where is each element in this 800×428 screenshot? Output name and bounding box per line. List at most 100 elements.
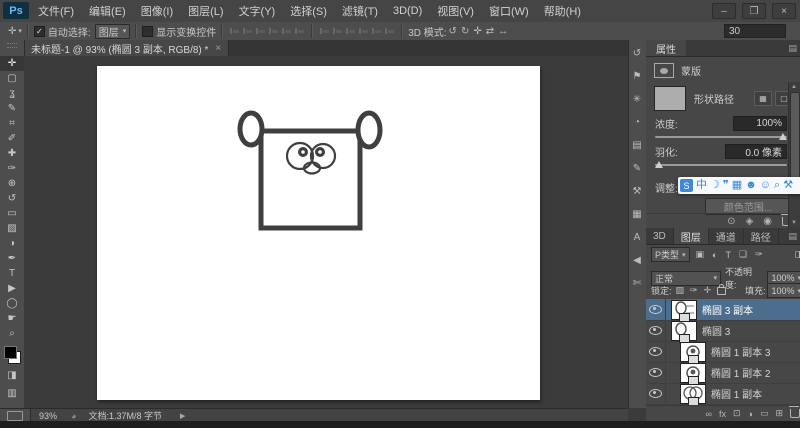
align-right-edges-icon[interactable] bbox=[255, 26, 267, 36]
type-tool[interactable]: T bbox=[0, 266, 24, 281]
menu-image[interactable]: 图像(I) bbox=[141, 3, 173, 19]
ime-person-icon[interactable]: ☺ bbox=[760, 180, 771, 191]
ime-chinese-mode-icon[interactable]: 中 bbox=[696, 180, 707, 191]
auto-select-target-dropdown[interactable]: 图层 ▾ bbox=[94, 23, 131, 39]
auto-select-checkbox[interactable]: ✓ bbox=[33, 25, 45, 37]
ime-toolbox-icon[interactable]: ⚒ bbox=[783, 180, 793, 191]
layer-thumbnail[interactable] bbox=[680, 341, 706, 364]
layer-filter-dropdown[interactable]: P类型 ▾ bbox=[651, 247, 690, 262]
menu-view[interactable]: 视图(V) bbox=[437, 3, 474, 19]
add-layer-mask-icon[interactable]: ⊡ bbox=[733, 408, 741, 419]
restore-button[interactable]: ❐ bbox=[742, 3, 766, 19]
tab-channels[interactable]: 通道 bbox=[709, 228, 744, 244]
delete-layer-icon[interactable] bbox=[789, 406, 800, 418]
align-left-edges-icon[interactable] bbox=[229, 26, 241, 36]
character-panel-icon[interactable]: A bbox=[628, 229, 646, 245]
mask-thumbnail[interactable] bbox=[654, 86, 686, 111]
density-slider[interactable] bbox=[655, 133, 787, 140]
distribute-vertical-centers-icon[interactable] bbox=[332, 26, 344, 36]
filter-smart-objects-icon[interactable]: ✑ bbox=[755, 249, 763, 260]
tab-3d[interactable]: 3D bbox=[646, 228, 674, 244]
screen-card-icon[interactable] bbox=[7, 410, 23, 421]
layer-style-fx-icon[interactable]: fx bbox=[719, 409, 726, 419]
visibility-eye-icon[interactable] bbox=[646, 383, 666, 404]
pen-tool[interactable]: ✒ bbox=[0, 251, 24, 266]
ime-fullwidth-icon[interactable]: ☽ bbox=[710, 180, 720, 191]
layer-row-ellipse-1-copy[interactable]: 椭圆 1 副本 bbox=[646, 383, 800, 406]
angle-input[interactable]: 30 bbox=[724, 24, 786, 38]
lock-all-icon[interactable] bbox=[717, 283, 727, 295]
distribute-bottom-edges-icon[interactable] bbox=[345, 26, 357, 36]
adjustments-panel-icon[interactable]: ✳ bbox=[628, 91, 646, 107]
minimize-button[interactable]: – bbox=[712, 3, 736, 19]
tab-properties[interactable]: 属性 bbox=[646, 40, 686, 56]
tool-presets-panel-icon[interactable]: ⚒ bbox=[628, 183, 646, 199]
menu-3d[interactable]: 3D(D) bbox=[393, 5, 422, 17]
layer-row-ellipse-1-copy-3[interactable]: 椭圆 1 副本 3 bbox=[646, 341, 800, 364]
filter-type-layers-icon[interactable]: T bbox=[725, 250, 731, 260]
clip-panel-icon[interactable]: ✄ bbox=[628, 275, 646, 291]
toolbar-grip[interactable] bbox=[7, 43, 17, 48]
lock-transparent-pixels-icon[interactable]: ▨ bbox=[676, 285, 685, 296]
visibility-eye-icon[interactable] bbox=[646, 299, 666, 320]
brush-tool[interactable]: ✑ bbox=[0, 161, 24, 176]
distribute-horizontal-centers-icon[interactable] bbox=[371, 26, 383, 36]
filter-toggle-icon[interactable]: ◨ bbox=[794, 249, 800, 260]
menu-type[interactable]: 文字(Y) bbox=[239, 3, 276, 19]
load-selection-from-mask-icon[interactable]: ⊙ bbox=[727, 216, 735, 227]
navigator-panel-icon[interactable]: ⚑ bbox=[628, 68, 646, 84]
ime-skin-icon[interactable]: ☻ bbox=[745, 180, 757, 191]
align-horizontal-centers-icon[interactable] bbox=[242, 26, 254, 36]
fill-field[interactable]: 100% ▾ bbox=[767, 283, 800, 298]
filter-adjustment-layers-icon[interactable]: ◐ bbox=[712, 250, 717, 260]
lock-position-icon[interactable]: ✛ bbox=[704, 285, 712, 296]
layer-thumbnail[interactable] bbox=[680, 362, 706, 385]
screen-mode-button[interactable]: ▥ bbox=[0, 386, 24, 401]
tab-paths[interactable]: 路径 bbox=[744, 228, 779, 244]
lasso-tool[interactable]: ʓ bbox=[0, 86, 24, 101]
distribute-top-edges-icon[interactable] bbox=[319, 26, 331, 36]
brush-panel-icon[interactable]: ✎ bbox=[628, 160, 646, 176]
eyedropper-tool[interactable]: ✐ bbox=[0, 131, 24, 146]
zoom-tool[interactable]: ⌕ bbox=[0, 326, 24, 341]
feather-slider-handle[interactable] bbox=[655, 161, 663, 168]
pixel-mask-button[interactable]: ▦ bbox=[754, 91, 772, 106]
layer-row-ellipse-3-copy[interactable]: 椭圆 3 副本 bbox=[646, 299, 800, 322]
tool-preset-caret-icon[interactable]: ▾ bbox=[18, 27, 22, 35]
menu-edit[interactable]: 编辑(E) bbox=[89, 3, 126, 19]
move-tool[interactable]: ✛ bbox=[0, 56, 24, 71]
menu-select[interactable]: 选择(S) bbox=[290, 3, 327, 19]
eraser-tool[interactable]: ▭ bbox=[0, 206, 24, 221]
quick-mask-button[interactable]: ◨ bbox=[0, 368, 24, 383]
ime-soft-keyboard-icon[interactable]: ▦ bbox=[732, 180, 742, 191]
clone-stamp-tool[interactable]: ⊕ bbox=[0, 176, 24, 191]
feather-slider[interactable] bbox=[655, 161, 787, 168]
distribute-right-edges-icon[interactable] bbox=[384, 26, 396, 36]
density-value[interactable]: 100% bbox=[733, 116, 787, 131]
marquee-tool[interactable]: ▢ bbox=[0, 71, 24, 86]
tab-layers[interactable]: 图层 bbox=[673, 228, 709, 244]
distribute-left-edges-icon[interactable] bbox=[358, 26, 370, 36]
document-tab[interactable]: 未标题-1 @ 93% (椭圆 3 副本, RGB/8) * × bbox=[24, 40, 230, 56]
panel-menu-icon[interactable]: ▤ bbox=[788, 231, 797, 244]
styles-panel-icon[interactable]: ▤ bbox=[628, 137, 646, 153]
path-selection-tool[interactable]: ▶ bbox=[0, 281, 24, 296]
menu-filter[interactable]: 滤镜(T) bbox=[342, 3, 378, 19]
healing-brush-tool[interactable]: ✚ bbox=[0, 146, 24, 161]
quick-selection-tool[interactable]: ✎ bbox=[0, 101, 24, 116]
new-adjustment-layer-icon[interactable]: ◑ bbox=[748, 409, 753, 419]
menu-file[interactable]: 文件(F) bbox=[38, 3, 74, 19]
align-vertical-centers-icon[interactable] bbox=[281, 26, 293, 36]
align-bottom-edges-icon[interactable] bbox=[294, 26, 306, 36]
new-layer-icon[interactable]: ⊞ bbox=[775, 408, 783, 419]
layer-thumbnail[interactable] bbox=[671, 320, 697, 343]
canvas[interactable] bbox=[97, 66, 540, 400]
visibility-eye-icon[interactable] bbox=[646, 362, 666, 383]
paragraph-panel-icon[interactable]: ◀ bbox=[628, 252, 646, 268]
ime-punctuation-icon[interactable]: ❞ bbox=[723, 180, 729, 191]
feather-value[interactable]: 0.0 像素 bbox=[725, 144, 787, 159]
close-button[interactable]: × bbox=[772, 3, 796, 19]
menu-window[interactable]: 窗口(W) bbox=[489, 3, 529, 19]
layer-row-ellipse-3[interactable]: 椭圆 3 bbox=[646, 320, 800, 343]
link-layers-icon[interactable]: ∞ bbox=[706, 409, 712, 419]
